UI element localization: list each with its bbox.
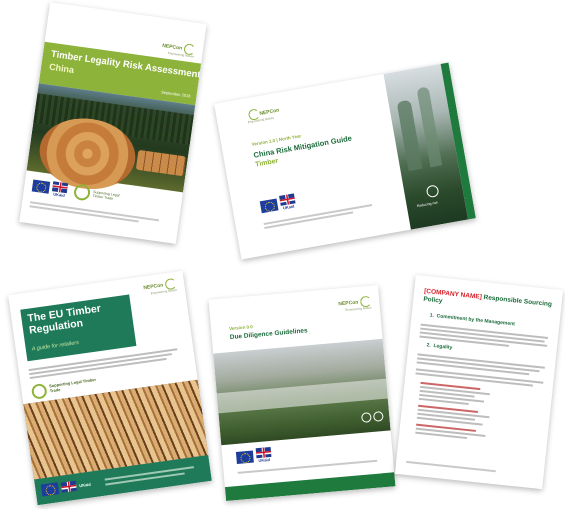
uk-flag-icon	[51, 180, 69, 193]
nepcon-logo: NEPCon Empowering Nature	[143, 277, 178, 297]
title-box: The EU Timber Regulation A guide for ret…	[20, 294, 137, 362]
eu-flag-icon	[40, 482, 60, 497]
legal-timber-trade-badge: Supporting Legal Timber Trade	[48, 376, 97, 394]
stacked-logs	[135, 149, 187, 177]
partner-logos: UKaid	[235, 446, 272, 465]
footer-bar	[224, 472, 396, 502]
document-subtitle: Timber	[254, 157, 279, 169]
policy-heading: [COMPANY NAME] Responsible Sourcing Poli…	[423, 287, 553, 309]
nepcon-logo: NEPCon Empowering Nature	[338, 295, 372, 313]
eu-flag-icon	[235, 450, 254, 464]
eu-flag-icon	[31, 179, 51, 194]
section-heading-legality: 2. Legality	[426, 342, 453, 352]
document-title: China Risk Mitigation Guide	[252, 133, 353, 160]
uk-flag-icon	[60, 480, 77, 493]
partner-logos: UKaid	[259, 193, 296, 214]
legal-timber-trade-badge-icon	[73, 183, 92, 202]
document-thumbnail-china-risk-mitigation-guide[interactable]: NEPCon Empowering Nature Version 1.0 | N…	[214, 62, 476, 260]
nepcon-logo: NEPCon Empowering Nature	[161, 42, 196, 59]
partner-logos: UKaid	[40, 478, 92, 497]
document-thumbnail-responsible-sourcing-policy[interactable]: [COMPANY NAME] Responsible Sourcing Poli…	[394, 274, 564, 490]
legal-timber-trade-badge-icon	[30, 382, 48, 400]
compass-icon	[425, 184, 440, 199]
compass-icon	[360, 412, 372, 423]
document-subtitle: A guide for retailers	[31, 339, 80, 353]
document-date: September 2016	[160, 89, 191, 99]
document-title: The EU Timber Regulation	[26, 302, 102, 337]
legality-list	[415, 380, 520, 446]
side-label: Reducing risk	[416, 200, 439, 209]
cover-photo-foggy-forest	[213, 338, 391, 446]
eu-flag-icon	[259, 197, 279, 213]
document-subtitle: China	[48, 61, 75, 76]
uk-flag-icon	[255, 446, 272, 459]
seal-icon	[372, 411, 384, 422]
nepcon-logo: NEPCon Empowering Nature	[247, 107, 280, 125]
document-thumbnail-due-diligence-guidelines[interactable]: NEPCon Empowering Nature Version 0.0 Due…	[208, 284, 396, 502]
document-version: Version 0.0	[228, 324, 254, 332]
document-thumbnail-timber-legality-risk-assessment[interactable]: NEPCon Empowering Nature Timber Legality…	[19, 2, 207, 244]
legal-timber-trade-badge: Supporting Legal Timber Trade	[92, 189, 120, 201]
document-thumbnail-eu-timber-regulation[interactable]: NEPCon Empowering Nature The EU Timber R…	[8, 270, 212, 506]
